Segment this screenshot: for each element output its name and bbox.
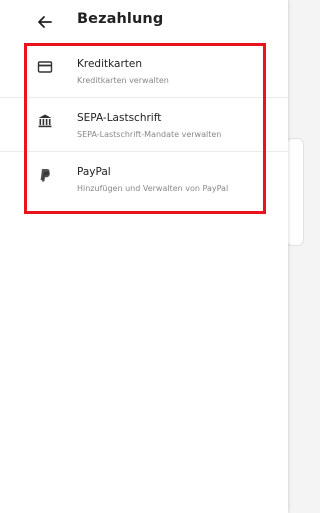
payment-method-label: Kreditkarten (77, 58, 143, 70)
payment-method-description: SEPA-Lastschrift-Mandate verwalten (77, 130, 222, 139)
paypal-icon (37, 167, 53, 183)
payment-method-creditcards[interactable]: Kreditkarten Kreditkarten verwalten (0, 44, 288, 98)
payment-method-sepa[interactable]: SEPA-Lastschrift SEPA-Lastschrift-Mandat… (0, 98, 288, 152)
credit-card-icon (37, 59, 53, 75)
payment-method-description: Hinzufügen und Verwalten von PayPal (77, 184, 229, 193)
payment-method-label: SEPA-Lastschrift (77, 112, 162, 124)
payment-methods-list: Kreditkarten Kreditkarten verwalten SEPA… (0, 44, 288, 205)
bank-icon (37, 113, 53, 129)
background-card (286, 138, 304, 246)
page-title: Bezahlung (77, 11, 164, 27)
header: Bezahlung (0, 0, 288, 44)
back-arrow-icon[interactable] (34, 11, 56, 33)
payment-method-label: PayPal (77, 166, 111, 178)
payment-method-paypal[interactable]: PayPal Hinzufügen und Verwalten von PayP… (0, 152, 288, 205)
payment-panel: Bezahlung Kreditkarten Kreditkarten verw… (0, 0, 288, 513)
payment-method-description: Kreditkarten verwalten (77, 76, 169, 85)
